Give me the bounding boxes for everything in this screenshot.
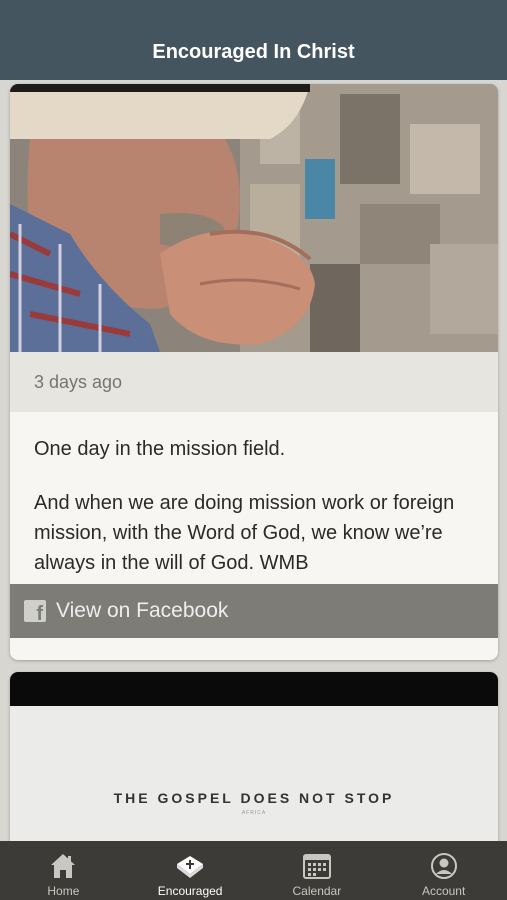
app-header: Encouraged In Christ (0, 0, 507, 80)
post-feed[interactable]: 3 days ago One day in the mission field.… (0, 80, 507, 841)
media-subtitle: AFRICA (241, 810, 267, 816)
tab-account[interactable]: Account (380, 841, 507, 900)
post-image[interactable] (10, 84, 498, 352)
post-image[interactable]: THE GOSPEL DOES NOT STOP AFRICA (10, 706, 498, 841)
home-icon (51, 854, 76, 878)
view-on-facebook-link[interactable]: f View on Facebook (10, 584, 498, 638)
post-paragraph: One day in the mission field. (34, 438, 286, 460)
facebook-icon: f (24, 600, 46, 624)
tab-label: Account (421, 884, 466, 898)
post-timestamp: 3 days ago (10, 352, 498, 412)
tab-label: Home (47, 884, 80, 898)
post-text: One day in the mission field. And when w… (10, 412, 498, 584)
calendar-icon (302, 854, 331, 879)
praying-man-photo (10, 84, 498, 352)
bible-icon (177, 856, 204, 878)
view-on-facebook-label: View on Facebook (56, 599, 229, 622)
post-card[interactable]: 3 days ago One day in the mission field.… (10, 84, 498, 660)
tab-encouraged[interactable]: Encouraged (127, 841, 254, 900)
bottom-tab-bar: Home Encouraged Calendar Account (0, 841, 507, 900)
tab-label: Calendar (292, 884, 342, 898)
tab-label: Encouraged (157, 884, 223, 898)
post-paragraph: And when we are doing mission work or fo… (34, 492, 455, 574)
page-title: Encouraged In Christ (152, 41, 355, 63)
post-card[interactable]: THE GOSPEL DOES NOT STOP AFRICA (10, 672, 498, 841)
video-top-bar (10, 672, 498, 706)
tab-calendar[interactable]: Calendar (254, 841, 381, 900)
account-icon (430, 853, 457, 879)
media-title: THE GOSPEL DOES NOT STOP (113, 790, 395, 806)
tab-home[interactable]: Home (0, 841, 127, 900)
